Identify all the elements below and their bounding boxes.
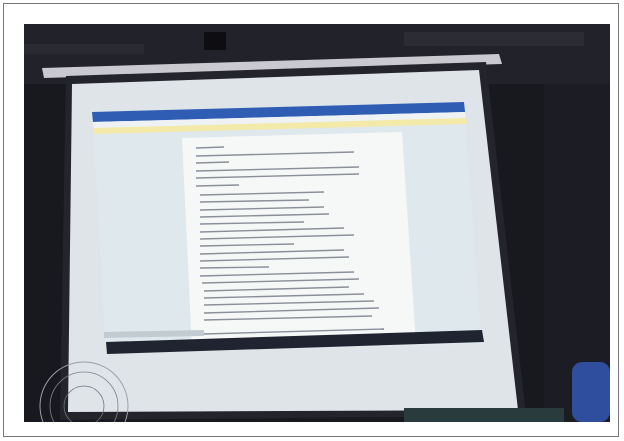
projector-photo bbox=[24, 24, 610, 422]
photo-frame bbox=[3, 3, 619, 437]
floor-tint bbox=[404, 408, 564, 422]
blue-chair bbox=[572, 362, 610, 422]
ceiling-fixture bbox=[204, 32, 226, 50]
projector-scene bbox=[24, 24, 610, 422]
ceiling-beam-right bbox=[404, 32, 584, 46]
ceiling-beam-left bbox=[24, 44, 144, 54]
